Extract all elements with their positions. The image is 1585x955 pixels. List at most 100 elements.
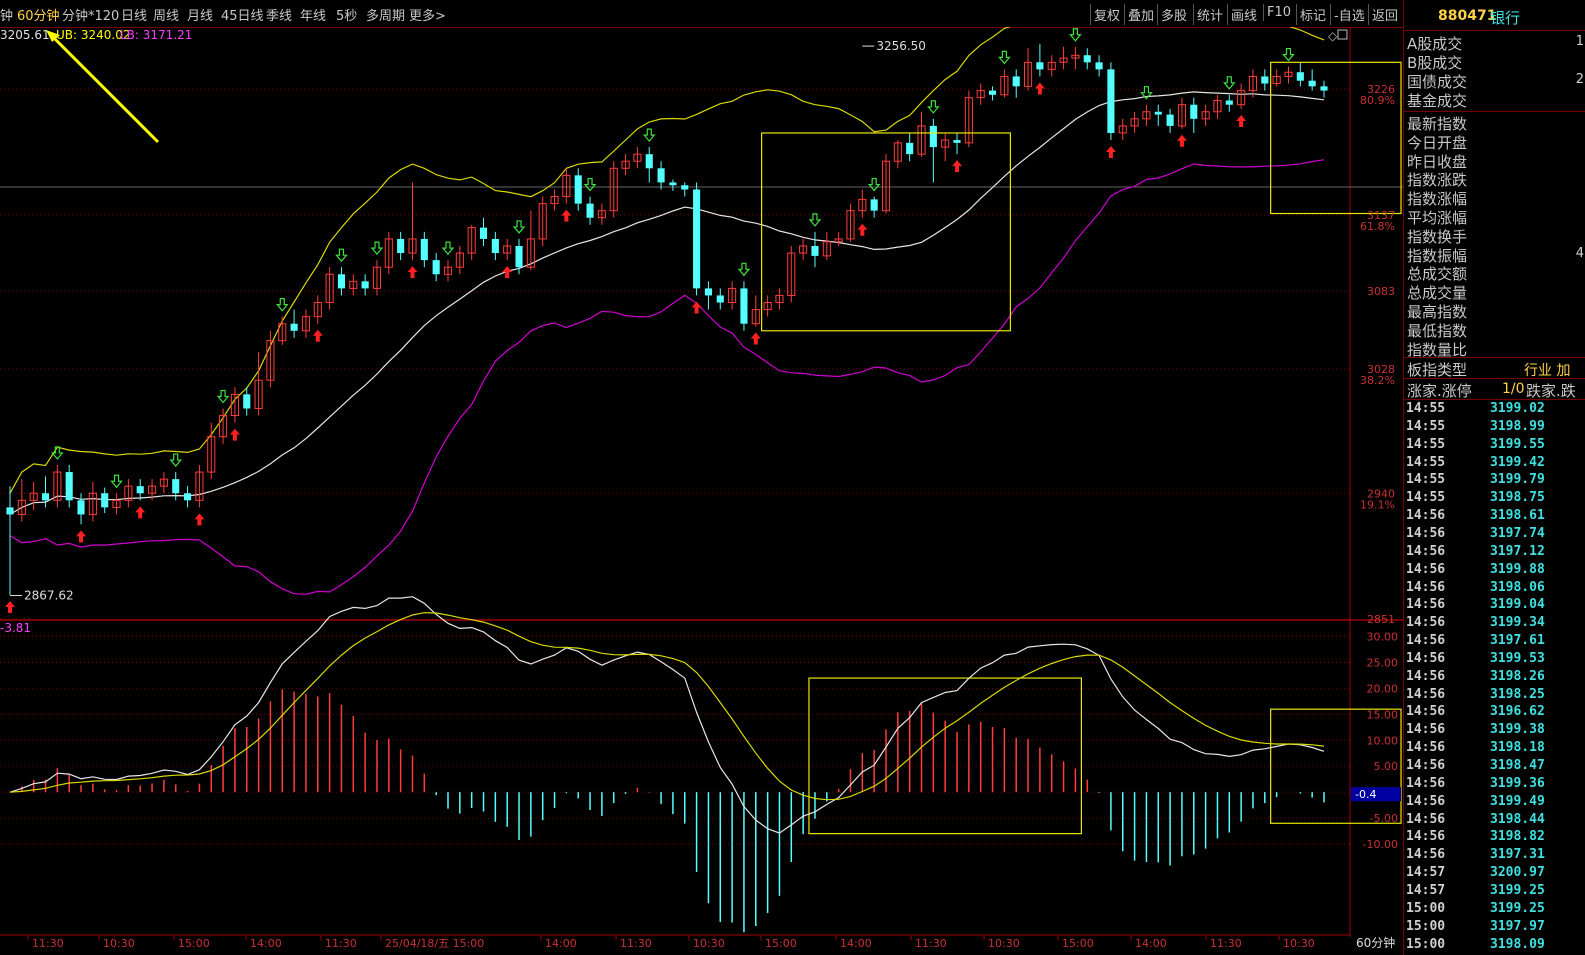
statistics-button[interactable]: 统计 [1193, 4, 1226, 25]
period-tab-month[interactable]: 月线 [187, 5, 213, 24]
tick-row: 14:56 3199.38 [1404, 722, 1585, 740]
tick-time: 14:56 [1406, 579, 1446, 595]
tick-time: 14:56 [1406, 633, 1446, 649]
period-tab-120min[interactable]: 分钟*120 [62, 5, 119, 24]
candle-body [1154, 111, 1162, 115]
macd-axis-label: -10.00 [1363, 838, 1398, 851]
tick-time: 14:56 [1406, 525, 1446, 541]
candle-body [953, 140, 961, 143]
tick-price: 3199.53 [1490, 650, 1545, 666]
watchlist-button[interactable]: -自选 [1330, 4, 1368, 25]
macd-panel [9, 596, 1325, 933]
multi-stock-button[interactable]: 多股 [1157, 4, 1190, 25]
sell-arrow-icon [927, 100, 940, 114]
diamond-icon[interactable]: ◇ [1328, 29, 1338, 43]
buy-arrow-icon [857, 223, 868, 236]
tick-row: 14:56 3198.18 [1404, 740, 1585, 758]
macd-axis-label: 15.00 [1367, 708, 1399, 721]
period-tab-45day[interactable]: 45日线 [221, 5, 264, 24]
buy-arrow-icon [76, 530, 87, 543]
time-axis-label: 14:00 [545, 937, 577, 950]
candlesticks [6, 43, 1328, 595]
period-tab-season[interactable]: 季线 [266, 5, 292, 24]
macd-dea-line [9, 612, 1325, 801]
sell-arrow-icon [583, 177, 597, 192]
mark-button[interactable]: 标记 [1296, 4, 1329, 25]
tick-price: 3199.25 [1490, 882, 1545, 898]
price-axis-label: 2851 [1367, 613, 1395, 626]
buy-arrow-icon [691, 301, 702, 314]
pct-axis-label: 80.9% [1360, 94, 1395, 107]
tick-row: 14:56 3199.88 [1404, 562, 1585, 580]
tick-time: 14:56 [1406, 615, 1446, 631]
period-tab-multi[interactable]: 多周期 [366, 5, 405, 24]
candle-body [988, 90, 997, 95]
tick-price: 3198.18 [1490, 740, 1545, 756]
period-tab-more[interactable]: 更多> [409, 5, 446, 24]
tick-time: 14:56 [1406, 508, 1446, 524]
period-tab-day[interactable]: 日线 [121, 5, 147, 24]
tick-price: 3199.04 [1490, 597, 1545, 613]
sell-arrow-icon [51, 446, 64, 460]
time-axis-label: 10:30 [693, 937, 725, 950]
sell-arrow-icon [867, 177, 881, 192]
f10-button[interactable]: F10 [1263, 4, 1294, 21]
price-annotation: 2867.62 [24, 589, 74, 603]
period-tab-year[interactable]: 年线 [300, 5, 326, 24]
tick-price: 3198.44 [1490, 811, 1545, 827]
tick-price: 3198.99 [1490, 418, 1545, 434]
window-toggle-icon[interactable] [1337, 29, 1348, 40]
pct-axis-label: 38.2% [1360, 374, 1395, 387]
candle-body [1012, 76, 1020, 87]
tick-price: 3199.34 [1490, 615, 1545, 631]
macd-value: -3.81 [0, 621, 32, 635]
tick-price: 3200.97 [1490, 865, 1545, 881]
period-tab-minute[interactable]: 钟 [0, 5, 13, 24]
tick-price: 3198.06 [1490, 579, 1545, 595]
tick-time: 14:56 [1406, 740, 1446, 756]
tick-row: 14:56 3199.36 [1404, 776, 1585, 794]
stat-label: B股成交 [1407, 54, 1463, 72]
candle-body [1261, 76, 1269, 84]
macd-dif-line [9, 596, 1325, 834]
macd-axis-label: 5.00 [1374, 760, 1399, 773]
restore-rights-button[interactable]: 复权 [1090, 4, 1123, 25]
time-axis-label: 15:00 [765, 937, 797, 950]
candle-body [337, 274, 346, 289]
tick-time: 14:55 [1406, 454, 1446, 470]
tick-time: 14:57 [1406, 882, 1446, 898]
kline-chart[interactable]: 322680.9%313761.8%3083302838.2%294019.1%… [0, 27, 1403, 955]
macd-axis-label: 25.00 [1367, 656, 1399, 669]
tick-time: 14:56 [1406, 561, 1446, 577]
period-tab-5sec[interactable]: 5秒 [336, 5, 357, 24]
candle-body [243, 394, 251, 409]
time-axis-label: 14:00 [250, 937, 282, 950]
tick-row: 14:56 3199.04 [1404, 597, 1585, 615]
candle-body [716, 295, 724, 303]
tick-time: 14:56 [1406, 543, 1446, 559]
draw-line-button[interactable]: 画线 [1227, 4, 1260, 25]
highlight-boxes [761, 61, 1402, 835]
sell-arrow-icon [1069, 28, 1082, 42]
buy-arrow-icon [1236, 114, 1247, 127]
zhangjia-label: 涨家.涨停 [1407, 382, 1472, 400]
candle-body [1190, 104, 1198, 119]
tick-price: 3197.74 [1490, 525, 1545, 541]
candle-body [1296, 72, 1304, 81]
period-tab-60min[interactable]: 60分钟 [17, 5, 60, 24]
stat-label: 基金成交 [1407, 92, 1468, 110]
sell-arrow-icon [275, 298, 289, 312]
macd-axis-label: -5.00 [1370, 812, 1398, 825]
tick-price: 3197.97 [1490, 918, 1545, 934]
back-button[interactable]: 返回 [1368, 4, 1401, 25]
tick-time: 14:56 [1406, 597, 1446, 613]
signal-markers [5, 28, 1295, 613]
buy-arrow-icon [194, 513, 205, 526]
candle-body [645, 154, 653, 169]
tick-row: 14:56 3198.82 [1404, 829, 1585, 847]
period-tab-week[interactable]: 周线 [153, 5, 179, 24]
candle-body [77, 500, 85, 515]
overlay-button[interactable]: 叠加 [1124, 4, 1157, 25]
time-axis-label: 10:30 [988, 937, 1020, 950]
tick-row: 14:57 3200.97 [1404, 865, 1585, 883]
